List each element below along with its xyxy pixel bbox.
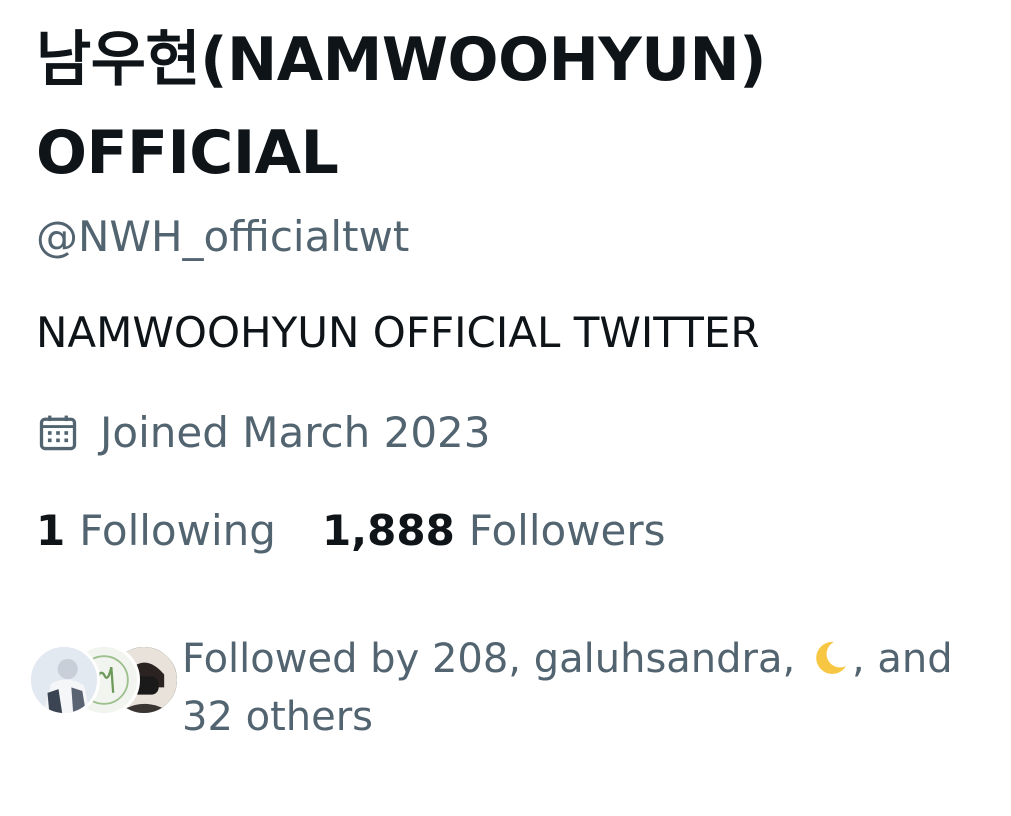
followers-link[interactable]: 1,888 Followers bbox=[322, 506, 666, 556]
profile-header: 남우현(NAMWOOHYUN) OFFICIAL @NWH_officialtw… bbox=[36, 0, 996, 556]
followers-label: Followers bbox=[468, 506, 666, 555]
joined-text: Joined March 2023 bbox=[100, 408, 491, 457]
profile-bio: NAMWOOHYUN OFFICIAL TWITTER bbox=[36, 308, 760, 357]
display-name-line1: 남우현(NAMWOOHYUN) bbox=[36, 25, 767, 95]
display-name-line2: OFFICIAL bbox=[36, 118, 339, 188]
calendar-icon bbox=[36, 411, 80, 455]
joined-date: Joined March 2023 bbox=[36, 408, 996, 458]
followed-by-row[interactable]: Followed by 208, galuhsandra, , and 32 o… bbox=[28, 630, 1008, 746]
followed-by-prefix: Followed by 208, galuhsandra, bbox=[182, 636, 796, 682]
followed-by-text: Followed by 208, galuhsandra, , and 32 o… bbox=[182, 630, 1008, 746]
following-label: Following bbox=[79, 506, 276, 555]
avatar bbox=[28, 644, 100, 716]
followers-count: 1,888 bbox=[321, 506, 455, 555]
display-name: 남우현(NAMWOOHYUN) OFFICIAL bbox=[36, 0, 996, 200]
follow-stats: 1 Following 1,888 Followers bbox=[36, 506, 996, 556]
user-handle: @NWH_officialtwt bbox=[36, 212, 410, 261]
crescent-moon-icon bbox=[810, 636, 850, 676]
following-link[interactable]: 1 Following bbox=[36, 506, 276, 556]
following-count: 1 bbox=[36, 506, 66, 555]
follower-avatars bbox=[28, 644, 180, 724]
